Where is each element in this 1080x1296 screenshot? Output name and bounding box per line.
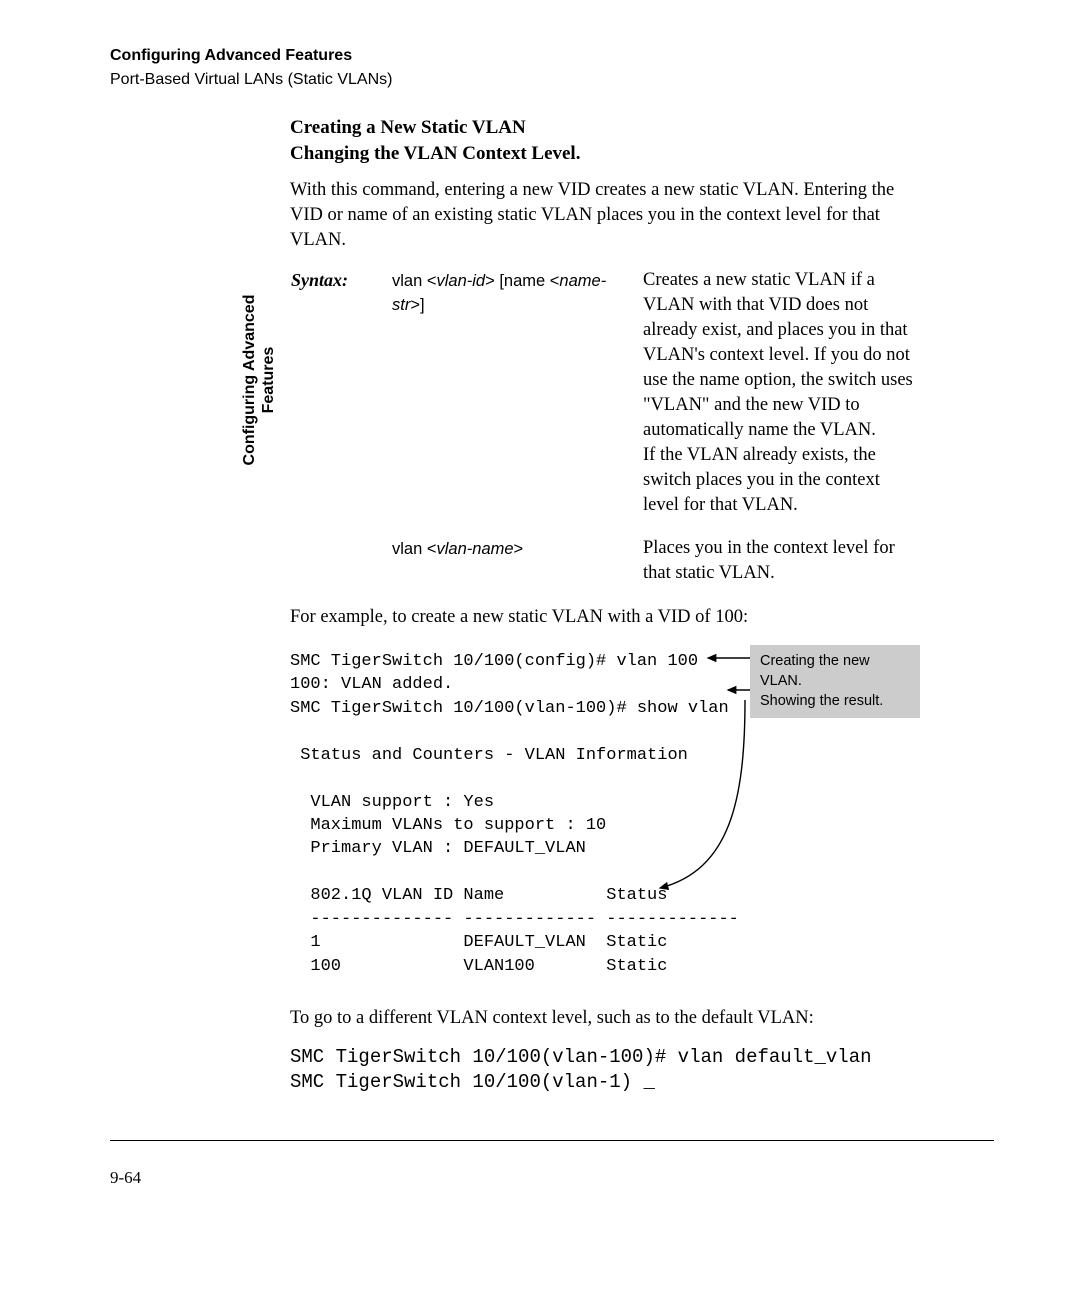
cmd-text: vlan < [392,272,437,290]
terminal-output-2: SMC TigerSwitch 10/100(vlan-100)# vlan d… [290,1045,930,1094]
subsection-heading: Creating a New Static VLAN Changing the … [290,115,930,166]
callout-creating: Creating the new VLAN. Showing the resul… [750,645,920,718]
intro-paragraph: With this command, entering a new VID cr… [290,178,930,253]
heading-line2: Changing the VLAN Context Level. [290,143,580,164]
callout-text-2: Showing the result. [760,693,883,709]
code-example-1: SMC TigerSwitch 10/100(config)# vlan 100… [290,650,930,978]
heading-line1: Creating a New Static VLAN [290,117,526,138]
syntax-cmd-2: vlan <vlan-name> [391,535,642,587]
cmd-param: vlan-id [437,272,486,290]
page-header: Configuring Advanced Features Port-Based… [110,45,392,90]
callout-text-1: Creating the new VLAN. [760,653,870,689]
section-title: Port-Based Virtual LANs (Static VLANs) [110,69,392,91]
syntax-cmd-1: vlan <vlan-id> [name <name-str>] [391,267,642,519]
main-content: Creating a New Static VLAN Changing the … [290,115,930,1094]
paragraph-2: To go to a different VLAN context level,… [290,1006,930,1031]
syntax-table: Syntax: vlan <vlan-id> [name <name-str>]… [290,267,930,587]
cmd-text: > [514,540,524,558]
page-number: 9-64 [110,1167,141,1190]
example-lead: For example, to create a new static VLAN… [290,605,930,630]
syntax-label: Syntax: [290,267,391,519]
cmd-text: > [name < [485,272,559,290]
cmd-param: vlan-name [437,540,514,558]
chapter-title: Configuring Advanced Features [110,45,392,67]
footer-divider [110,1140,994,1141]
cmd-text: vlan < [392,540,437,558]
cmd-text: >] [410,296,424,314]
side-tab: Configuring Advanced Features [240,280,278,480]
syntax-desc-2: Places you in the context level for that… [642,535,930,587]
syntax-desc-1: Creates a new static VLAN if a VLAN with… [642,267,930,519]
